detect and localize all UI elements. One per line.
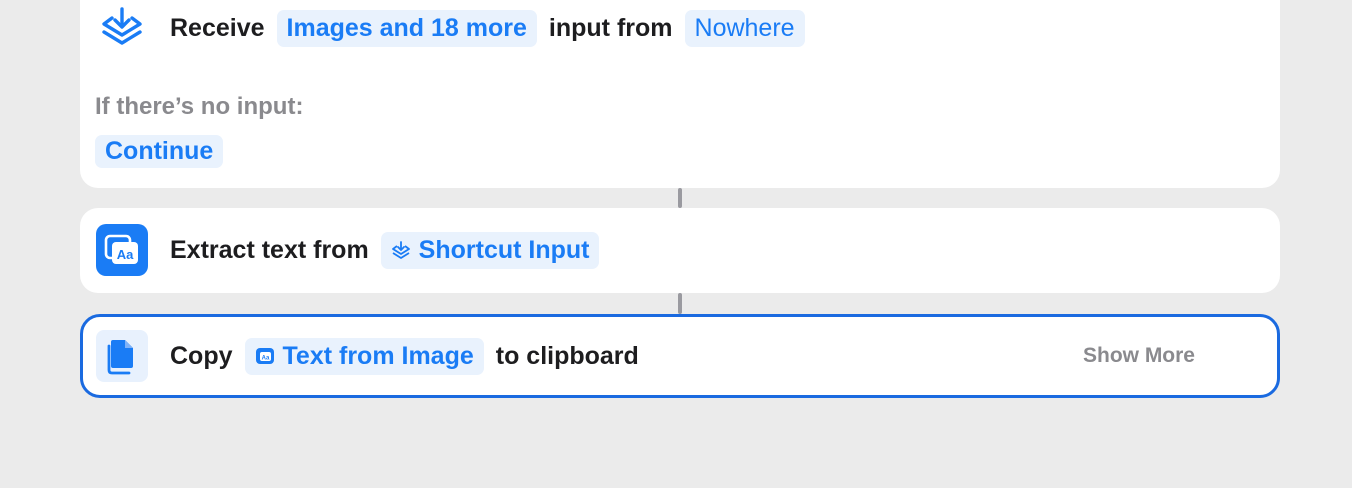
no-input-label: If there’s no input: xyxy=(95,93,304,120)
copy-tail-text: to clipboard xyxy=(495,341,639,370)
input-source-token[interactable]: Nowhere xyxy=(684,9,805,47)
shortcut-input-icon xyxy=(391,241,410,259)
shortcut-input-token[interactable]: Shortcut Input xyxy=(380,231,600,269)
receive-verb: Receive xyxy=(170,13,265,42)
extract-action-row: Aa Extract text from Shortcut Input xyxy=(96,224,600,276)
extract-text-label: Extract text from xyxy=(170,235,369,264)
copy-verb: Copy xyxy=(170,341,233,370)
text-from-image-icon: Aa xyxy=(255,348,274,364)
copy-to-clipboard-action-card[interactable]: Copy Aa Text from Image to clipboard Sho… xyxy=(80,314,1280,398)
svg-text:Aa: Aa xyxy=(117,247,134,262)
copy-action-row: Copy Aa Text from Image to clipboard xyxy=(96,330,639,382)
svg-text:Aa: Aa xyxy=(261,355,269,361)
receive-action-row: Receive Images and 18 more input from No… xyxy=(96,2,805,54)
receive-middle-text: input from xyxy=(548,13,673,42)
action-connector xyxy=(678,188,682,208)
action-connector xyxy=(678,293,682,314)
show-more-button[interactable]: Show More xyxy=(1083,344,1195,368)
extract-text-action-card[interactable]: Aa Extract text from Shortcut Input xyxy=(80,208,1280,293)
text-from-image-token[interactable]: Aa Text from Image xyxy=(244,337,484,375)
input-types-token[interactable]: Images and 18 more xyxy=(276,9,537,47)
receive-tray-icon xyxy=(96,2,148,54)
shortcut-input-token-label: Shortcut Input xyxy=(418,235,590,264)
no-input-option-token[interactable]: Continue xyxy=(95,135,224,168)
text-from-image-token-label: Text from Image xyxy=(282,341,474,370)
documents-icon xyxy=(96,330,148,382)
receive-input-action-card[interactable]: Receive Images and 18 more input from No… xyxy=(80,0,1280,188)
extract-text-from-image-icon: Aa xyxy=(96,224,148,276)
